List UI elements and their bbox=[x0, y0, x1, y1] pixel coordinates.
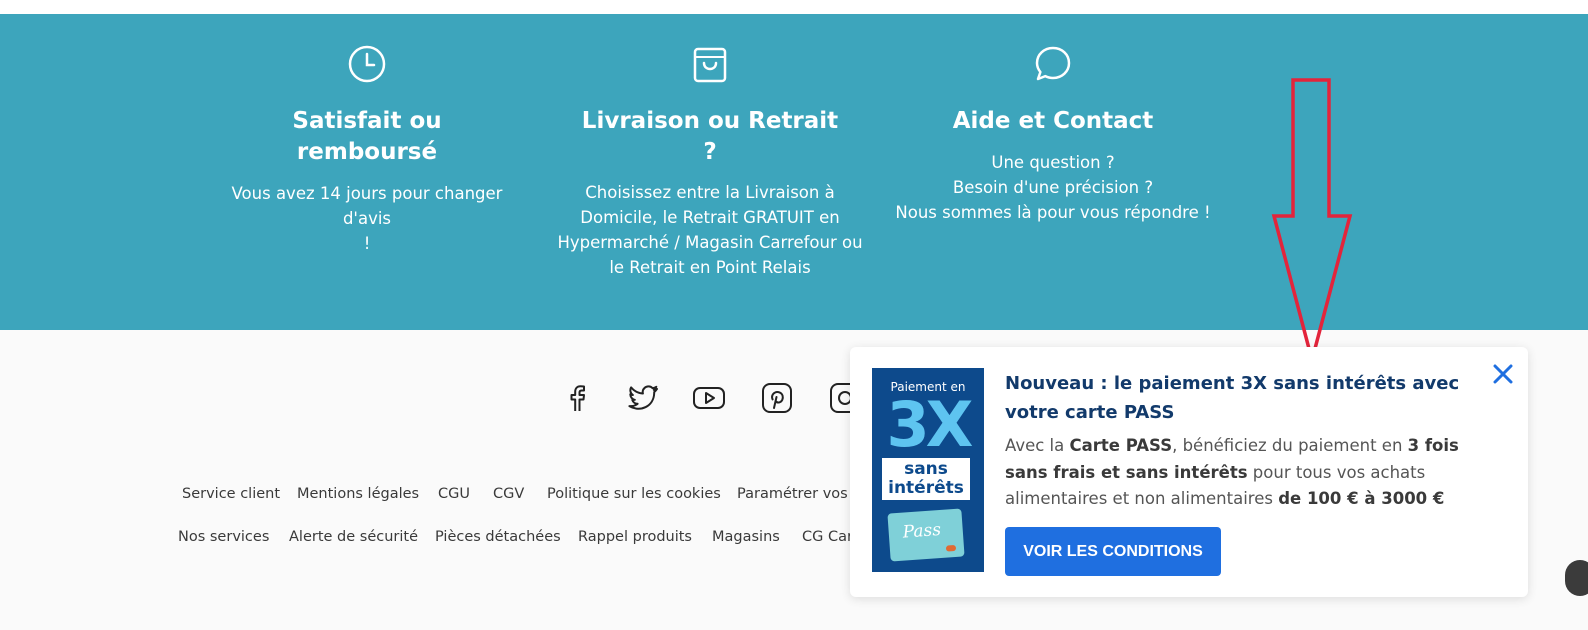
clock-icon bbox=[348, 45, 386, 83]
floating-widget-edge[interactable] bbox=[1565, 560, 1588, 596]
popup-description: Avec la Carte PASS, bénéficiez du paieme… bbox=[1005, 436, 1459, 508]
footer-link[interactable]: Mentions légales bbox=[297, 486, 419, 502]
card-network-logo bbox=[945, 544, 957, 552]
footer-link[interactable]: CG Car bbox=[802, 529, 853, 545]
feature-text: Une question ? Besoin d'une précision ? No… bbox=[895, 153, 1211, 222]
promo-3x-image: Paiement en 3X sans intérêts Pass bbox=[872, 368, 984, 572]
footer-link[interactable]: Politique sur les cookies bbox=[547, 486, 721, 502]
chat-bubble-icon bbox=[1035, 46, 1071, 81]
feature-title: Satisfait ou remboursé bbox=[292, 108, 442, 165]
pass-card-label: Pass bbox=[902, 519, 942, 543]
feature-title: Aide et Contact bbox=[952, 108, 1154, 134]
facebook-icon[interactable] bbox=[559, 380, 595, 416]
footer-link[interactable]: CGU bbox=[438, 486, 470, 502]
shopping-bag-icon bbox=[693, 47, 727, 83]
footer-link[interactable]: Paramétrer vos c bbox=[737, 486, 860, 502]
pinterest-icon[interactable] bbox=[759, 380, 795, 416]
footer-link[interactable]: Nos services bbox=[178, 529, 269, 545]
footer-link[interactable]: CGV bbox=[493, 486, 524, 502]
close-icon[interactable] bbox=[1490, 361, 1516, 387]
footer-link[interactable]: Rappel produits bbox=[578, 529, 692, 545]
pass-card-image: Pass bbox=[887, 508, 965, 562]
feature-title: Livraison ou Retrait? bbox=[581, 108, 839, 165]
view-conditions-button[interactable]: VOIR LES CONDITIONS bbox=[1005, 527, 1221, 576]
promo-card-3x: 3X bbox=[886, 388, 974, 461]
top-strip bbox=[0, 0, 1588, 14]
footer-link[interactable]: Pièces détachées bbox=[435, 529, 561, 545]
footer-link[interactable]: Service client bbox=[182, 486, 280, 502]
footer-link[interactable]: Alerte de sécurité bbox=[289, 529, 418, 545]
feature-text: Vous avez 14 jours pour changer d'avis! bbox=[231, 184, 503, 253]
twitter-icon[interactable] bbox=[625, 380, 661, 416]
popup-title: Nouveau : le paiement 3X sans intérêts a… bbox=[1005, 373, 1460, 423]
promo-card-sans-interets: sans intérêts bbox=[882, 458, 970, 500]
feature-text: Choisissez entre la Livraison à Domicile,… bbox=[557, 183, 863, 277]
red-down-arrow-annotation bbox=[1271, 78, 1353, 364]
pass-promo-popup: Paiement en 3X sans intérêts Pass Nouveau… bbox=[850, 347, 1528, 597]
footer-link[interactable]: Magasins bbox=[712, 529, 780, 545]
youtube-icon[interactable] bbox=[691, 380, 727, 416]
